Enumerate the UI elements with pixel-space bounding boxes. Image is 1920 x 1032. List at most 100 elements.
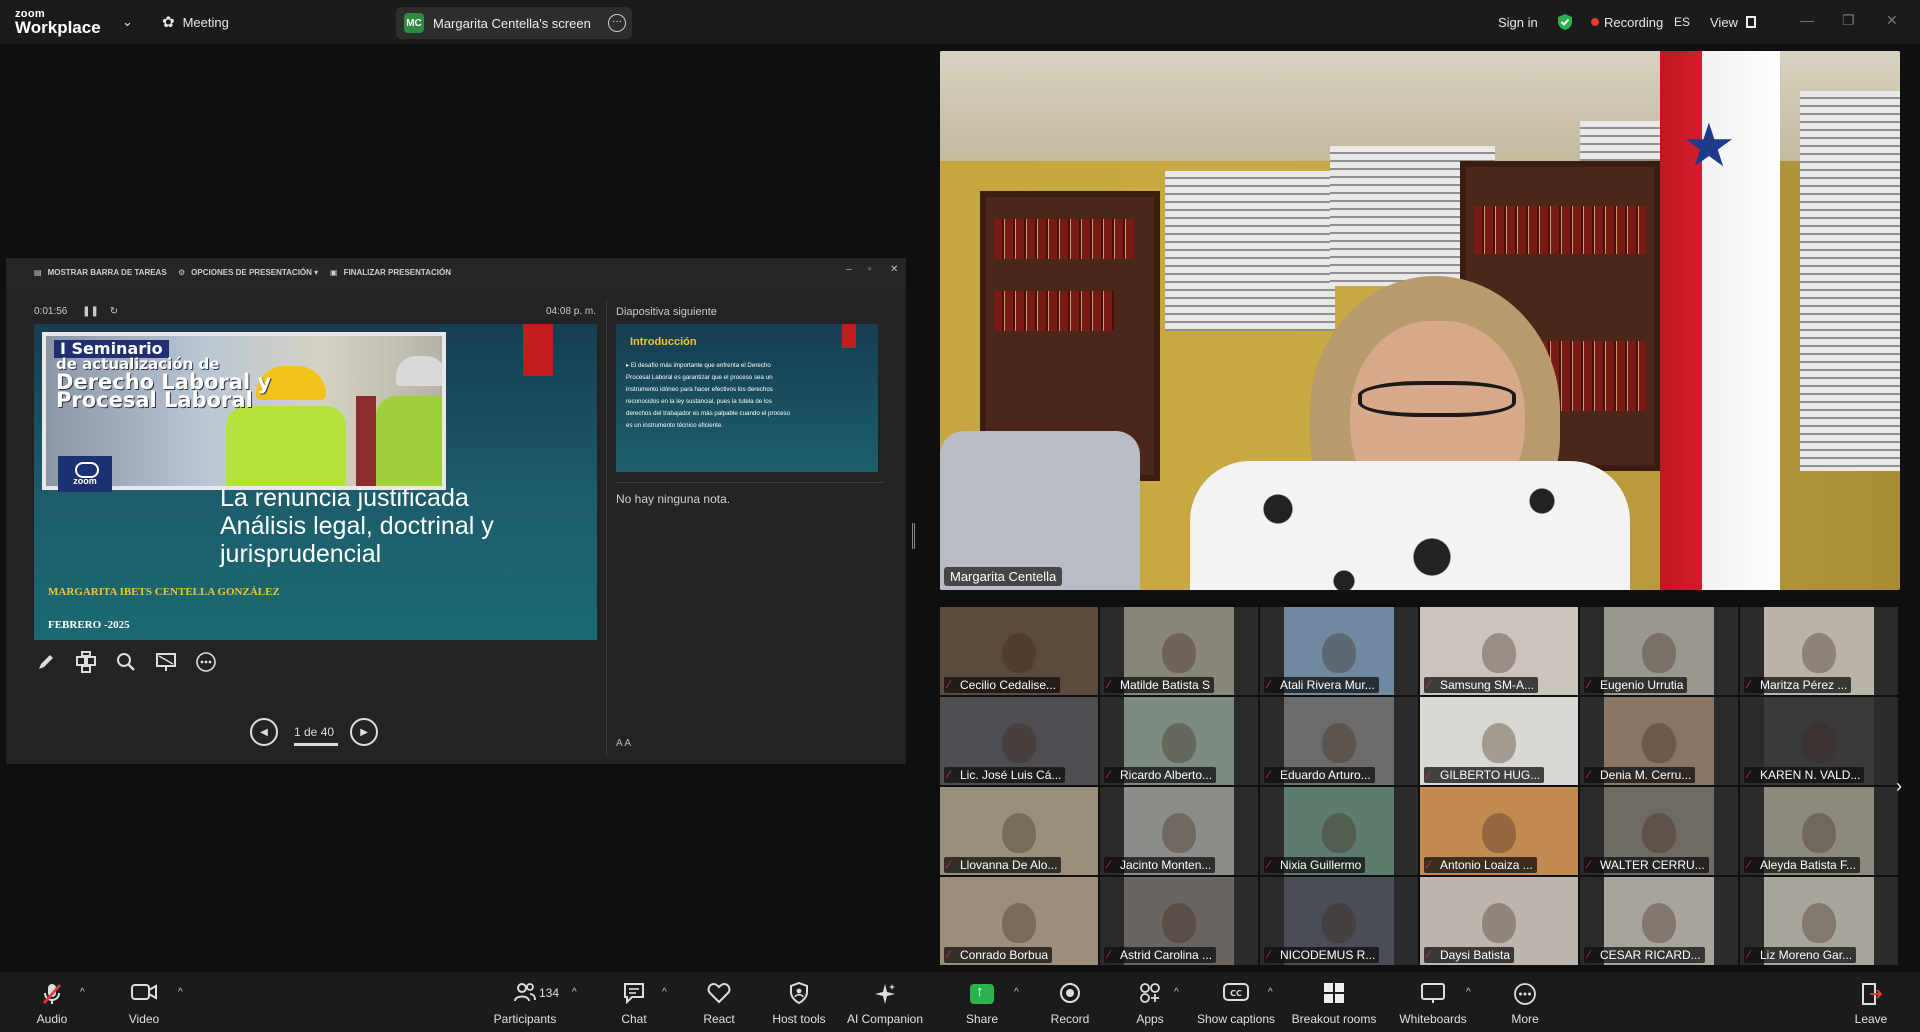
slide-red-accent <box>523 324 553 376</box>
muted-mic-icon: ⁄ <box>1428 859 1430 871</box>
audio-options-chevron-icon[interactable]: ^ <box>80 987 85 998</box>
maximize-icon[interactable]: ❐ <box>1842 12 1855 29</box>
zoom-magnifier-icon[interactable] <box>114 650 138 674</box>
participant-tile[interactable]: ⁄ Llovanna De Alo... <box>940 787 1098 875</box>
participant-tile[interactable]: ⁄ Ricardo Alberto... <box>1100 697 1258 785</box>
muted-mic-icon: ⁄ <box>1588 949 1590 961</box>
see-all-slides-icon[interactable] <box>74 650 98 674</box>
participants-button[interactable]: 134 Participants <box>490 972 560 1032</box>
participant-tile[interactable]: ⁄ Maritza Pérez ... <box>1740 607 1898 695</box>
participant-tile[interactable]: ⁄ Liz Moreno Gar... <box>1740 877 1898 965</box>
speaker-name-label: Margarita Centella <box>944 567 1063 586</box>
share-button[interactable]: Share <box>966 972 998 1032</box>
view-button[interactable]: View <box>1710 0 1756 44</box>
audio-button[interactable]: Audio <box>32 972 72 1032</box>
video-button[interactable]: Video <box>124 972 164 1032</box>
participant-tile[interactable]: ⁄ Antonio Loaiza ... <box>1420 787 1578 875</box>
show-captions-button[interactable]: CC Show captions <box>1196 972 1276 1032</box>
encryption-shield-icon[interactable] <box>1556 0 1574 44</box>
layout-splitter-handle[interactable] <box>912 523 915 549</box>
minimize-icon[interactable]: — <box>1800 12 1814 28</box>
muted-mic-icon: ⁄ <box>1588 769 1590 781</box>
participant-name-label: ⁄ Llovanna De Alo... <box>944 857 1062 873</box>
video-camera-icon <box>131 982 157 1008</box>
participant-tile[interactable]: ⁄ Atali Rivera Mur... <box>1260 607 1418 695</box>
end-presentation-button[interactable]: ▣ FINALIZAR PRESENTACIÓN <box>330 268 451 277</box>
record-button[interactable]: Record <box>1050 972 1090 1032</box>
participant-tile[interactable]: ⁄ Cecilio Cedalise... <box>940 607 1098 695</box>
chat-options-chevron-icon[interactable]: ^ <box>662 987 667 998</box>
presentation-options-button[interactable]: ⚙ OPCIONES DE PRESENTACIÓN ▾ <box>178 268 318 277</box>
slide-author: MARGARITA IBETS CENTELLA GONZÁLEZ <box>48 586 280 598</box>
participants-options-chevron-icon[interactable]: ^ <box>572 987 577 998</box>
participant-tile[interactable]: ⁄ Matilde Batista S <box>1100 607 1258 695</box>
participant-tile[interactable]: ⁄ Jacinto Monten... <box>1100 787 1258 875</box>
participant-tile[interactable]: ⁄ NICODEMUS R... <box>1260 877 1418 965</box>
more-options-icon[interactable] <box>194 650 218 674</box>
participant-tile[interactable]: ⁄ Conrado Borbua <box>940 877 1098 965</box>
pres-minimize-icon[interactable]: – <box>846 264 852 275</box>
more-dots-icon <box>1513 982 1537 1012</box>
participant-tile[interactable]: ⁄ Astrid Carolina ... <box>1100 877 1258 965</box>
slide-heading-1: La renuncia justificada <box>220 484 469 512</box>
panel-divider[interactable] <box>606 300 607 756</box>
breakout-rooms-button[interactable]: Breakout rooms <box>1290 972 1378 1032</box>
whiteboards-options-chevron-icon[interactable]: ^ <box>1466 987 1471 998</box>
participant-tile[interactable]: ⁄ KAREN N. VALD... <box>1740 697 1898 785</box>
shared-screen-label: Margarita Centella's screen <box>433 15 591 31</box>
recording-indicator[interactable]: Recording <box>1591 0 1663 44</box>
participant-name: Conrado Borbua <box>960 948 1049 962</box>
gallery-next-page-icon[interactable]: › <box>1896 776 1902 797</box>
participant-tile[interactable]: ⁄ CESAR RICARD... <box>1580 877 1738 965</box>
participant-tile[interactable]: ⁄ Daysi Batista <box>1420 877 1578 965</box>
video-options-chevron-icon[interactable]: ^ <box>178 987 183 998</box>
black-screen-icon[interactable] <box>154 650 178 674</box>
speaker-notes[interactable]: No hay ninguna nota. <box>616 492 730 506</box>
host-tools-button[interactable]: Host tools <box>770 972 828 1032</box>
participant-tile[interactable]: ⁄ Nixia Guillermo <box>1260 787 1418 875</box>
react-button[interactable]: React <box>702 972 736 1032</box>
leave-button[interactable]: Leave <box>1854 972 1888 1032</box>
participant-tile[interactable]: ⁄ Eugenio Urrutia <box>1580 607 1738 695</box>
sign-in-link[interactable]: Sign in <box>1498 0 1538 44</box>
pen-icon[interactable] <box>34 650 58 674</box>
previous-slide-button[interactable]: ◀ <box>250 718 278 746</box>
meeting-info-button[interactable]: ✿ Meeting <box>162 0 229 44</box>
more-options-icon[interactable]: ··· <box>608 14 626 32</box>
pause-icon[interactable]: ❚❚ <box>82 306 99 317</box>
muted-mic-icon: ⁄ <box>1108 859 1110 871</box>
participant-tile[interactable]: ⁄ Lic. José Luis Cá... <box>940 697 1098 785</box>
participant-tile[interactable]: ⁄ Denia M. Cerru... <box>1580 697 1738 785</box>
participant-name: Jacinto Monten... <box>1120 858 1212 872</box>
participant-tile[interactable]: ⁄ WALTER CERRU... <box>1580 787 1738 875</box>
ai-companion-button[interactable]: AI Companion <box>846 972 924 1032</box>
shared-screen-pill[interactable]: MC Margarita Centella's screen ··· <box>396 7 632 39</box>
participant-tile[interactable]: ⁄ Eduardo Arturo... <box>1260 697 1418 785</box>
share-options-chevron-icon[interactable]: ^ <box>1014 987 1019 998</box>
chat-button[interactable]: Chat <box>620 972 648 1032</box>
apps-button[interactable]: Apps <box>1134 972 1166 1032</box>
participant-tile[interactable]: ⁄ Samsung SM-A... <box>1420 607 1578 695</box>
restart-timer-icon[interactable]: ↻ <box>110 306 118 317</box>
more-button[interactable]: More <box>1510 972 1540 1032</box>
whiteboard-icon <box>1420 982 1446 1010</box>
active-speaker-video[interactable]: ★ Margarita Centella <box>940 51 1900 590</box>
pres-restore-icon[interactable]: ▫ <box>868 264 872 275</box>
page-indicator-underline <box>294 743 338 746</box>
whiteboards-button[interactable]: Whiteboards <box>1398 972 1468 1032</box>
participant-name: GILBERTO HUG... <box>1440 768 1541 782</box>
participant-tile[interactable]: ⁄ Aleyda Batista F... <box>1740 787 1898 875</box>
next-slide-button[interactable]: ▶ <box>350 718 379 746</box>
page-indicator[interactable]: 1 de 40 <box>294 725 334 739</box>
captions-options-chevron-icon[interactable]: ^ <box>1268 987 1273 998</box>
language-button[interactable]: ES <box>1674 0 1690 44</box>
close-icon[interactable]: ✕ <box>1886 12 1898 29</box>
participant-name-label: ⁄ Samsung SM-A... <box>1424 677 1539 693</box>
pres-close-icon[interactable]: ✕ <box>890 264 898 275</box>
show-taskbar-button[interactable]: ▤ MOSTRAR BARRA DE TAREAS <box>34 268 167 277</box>
breakout-rooms-label: Breakout rooms <box>1291 1012 1377 1026</box>
notes-font-size-controls[interactable]: A A <box>616 738 631 749</box>
app-menu-chevron[interactable]: ⌄ <box>122 0 133 44</box>
participant-tile[interactable]: ⁄ GILBERTO HUG... <box>1420 697 1578 785</box>
apps-options-chevron-icon[interactable]: ^ <box>1174 987 1179 998</box>
